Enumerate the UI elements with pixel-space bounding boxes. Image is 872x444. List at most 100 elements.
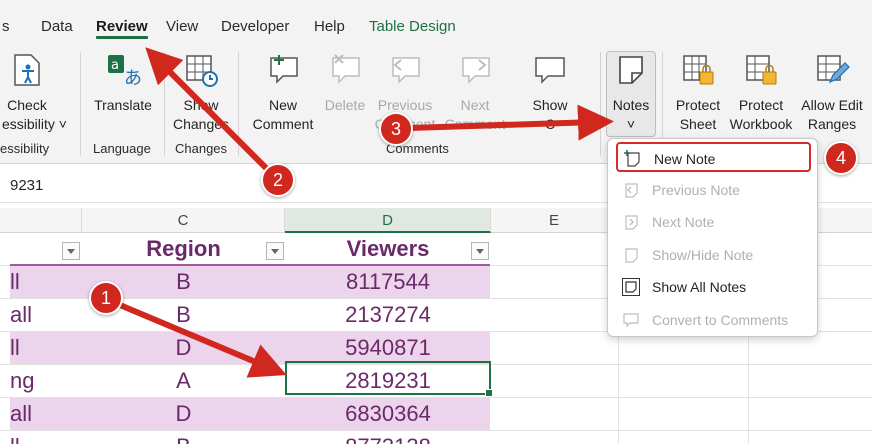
column-header-partial[interactable] — [0, 208, 82, 233]
ribbon-tab-strip: s Data Review View Developer Help Table … — [0, 0, 872, 46]
menu-item-label: Show/Hide Note — [652, 247, 754, 263]
tab-developer[interactable]: Developer — [221, 18, 289, 35]
cell-partial[interactable]: all — [10, 299, 80, 331]
allow-edit-ranges-line2: Ranges — [807, 116, 857, 132]
table-row: ll B 8773138 — [0, 431, 872, 444]
translate-label: Translate — [94, 97, 152, 113]
group-label-changes: Changes — [175, 141, 228, 156]
allow-edit-ranges-button[interactable]: Allow Edit Ranges — [798, 52, 866, 134]
translate-button[interactable]: a あ Translate — [92, 52, 154, 115]
delete-comment-icon — [332, 54, 360, 84]
column-header-e[interactable]: E — [491, 208, 618, 233]
cell-viewers[interactable]: 8773138 — [285, 431, 491, 444]
header-viewers[interactable]: Viewers — [285, 233, 491, 265]
annotation-badge-2: 2 — [261, 163, 295, 197]
menu-item-convert-to-comments[interactable]: Convert to Comments — [616, 305, 811, 335]
tab-data[interactable]: Data — [41, 18, 73, 35]
protect-sheet-line1: Protect — [675, 97, 721, 113]
menu-item-show-hide-note[interactable]: Show/Hide Note — [616, 240, 811, 270]
menu-item-label: Previous Note — [652, 182, 740, 198]
filter-dropdown-icon[interactable] — [471, 242, 489, 260]
check-accessibility-line2: essibility ˅ — [2, 116, 67, 132]
cell-partial[interactable]: all — [10, 398, 80, 430]
notes-caret-icon[interactable]: ˅ — [627, 116, 635, 132]
group-separator — [238, 52, 239, 156]
note-icon — [619, 56, 643, 84]
cell-viewers[interactable]: 6830364 — [285, 398, 491, 430]
svg-text:あ: あ — [124, 68, 141, 88]
formula-value: 9231 — [10, 177, 44, 194]
cell-partial[interactable]: ll — [10, 332, 80, 364]
show-changes-button[interactable]: Show Changes — [170, 52, 232, 134]
group-separator — [600, 52, 601, 156]
show-comments-button[interactable]: Show C — [524, 52, 576, 134]
previous-note-icon — [625, 183, 638, 198]
next-comment-icon — [462, 57, 490, 84]
filter-dropdown-icon[interactable] — [266, 242, 284, 260]
show-changes-line2: Changes — [172, 116, 230, 132]
previous-comment-icon — [392, 57, 420, 84]
menu-item-next-note[interactable]: Next Note — [616, 207, 811, 237]
cell-region[interactable]: D — [82, 332, 285, 364]
group-separator — [164, 52, 165, 156]
next-note-icon — [625, 215, 638, 230]
delete-comment-button[interactable]: Delete — [320, 52, 370, 115]
show-changes-line1: Show — [183, 97, 219, 113]
table-row: all D 6830364 — [0, 398, 872, 431]
notes-dropdown-menu: New Note Previous Note Next Note Show/Hi… — [607, 138, 818, 337]
check-accessibility-line1: Check — [7, 97, 47, 113]
cell-viewers[interactable]: 5940871 — [285, 332, 491, 364]
protect-sheet-icon — [683, 55, 714, 85]
cell-region[interactable]: B — [82, 431, 285, 444]
show-comments-line1: Show — [532, 97, 568, 113]
cell-region[interactable]: A — [82, 365, 285, 397]
group-label-language: Language — [93, 141, 151, 156]
header-region[interactable]: Region — [82, 233, 285, 265]
allow-edit-ranges-line1: Allow Edit — [801, 97, 863, 113]
protect-sheet-button[interactable]: Protect Sheet — [670, 52, 726, 134]
group-separator — [80, 52, 81, 156]
svg-text:a: a — [111, 58, 119, 73]
protect-sheet-line2: Sheet — [679, 116, 717, 132]
cell-region[interactable]: D — [82, 398, 285, 430]
next-comment-line1: Next — [460, 97, 490, 113]
tab-help[interactable]: Help — [314, 18, 345, 35]
menu-item-new-note[interactable]: New Note — [616, 142, 811, 172]
notes-label: Notes — [612, 97, 650, 113]
tab-partial[interactable]: s — [2, 18, 10, 35]
annotation-badge-4: 4 — [824, 141, 858, 175]
menu-item-label: New Note — [654, 151, 716, 167]
protect-workbook-button[interactable]: Protect Workbook — [728, 52, 794, 134]
annotation-badge-1: 1 — [89, 281, 123, 315]
new-comment-line2: Comment — [252, 116, 314, 132]
column-header-c[interactable]: C — [82, 208, 285, 233]
cell-partial[interactable]: ng — [10, 365, 80, 397]
next-comment-button[interactable]: Next Comment — [444, 52, 506, 134]
menu-item-previous-note[interactable]: Previous Note — [616, 175, 811, 205]
group-label-accessibility: essibility — [0, 141, 50, 156]
show-comments-icon — [535, 57, 565, 84]
show-comments-line2: C — [544, 116, 556, 132]
cell-partial[interactable]: ll — [10, 431, 80, 444]
column-header-d[interactable]: D — [285, 208, 491, 233]
cell-viewers[interactable]: 8117544 — [285, 266, 491, 298]
next-comment-line2: Comment — [444, 116, 506, 132]
allow-edit-ranges-icon — [817, 55, 850, 84]
tab-view[interactable]: View — [166, 18, 198, 35]
cell-viewers[interactable]: 2137274 — [285, 299, 491, 331]
notes-button[interactable]: Notes ˅ — [606, 52, 656, 134]
new-comment-button[interactable]: New Comment — [248, 52, 318, 134]
tab-review[interactable]: Review — [96, 18, 148, 39]
show-hide-note-icon — [625, 248, 638, 263]
cell-partial[interactable]: ll — [10, 266, 80, 298]
new-comment-icon — [270, 55, 298, 84]
filter-dropdown-icon[interactable] — [62, 242, 80, 260]
protect-workbook-icon — [746, 55, 777, 85]
menu-item-show-all-notes[interactable]: Show All Notes — [616, 272, 811, 302]
delete-label: Delete — [324, 97, 366, 113]
check-accessibility-button[interactable]: Check essibility ˅ — [2, 52, 67, 134]
annotation-badge-3: 3 — [379, 112, 413, 146]
active-cell-selection — [285, 361, 493, 397]
tab-table-design[interactable]: Table Design — [369, 18, 456, 35]
menu-item-label: Next Note — [652, 214, 715, 230]
